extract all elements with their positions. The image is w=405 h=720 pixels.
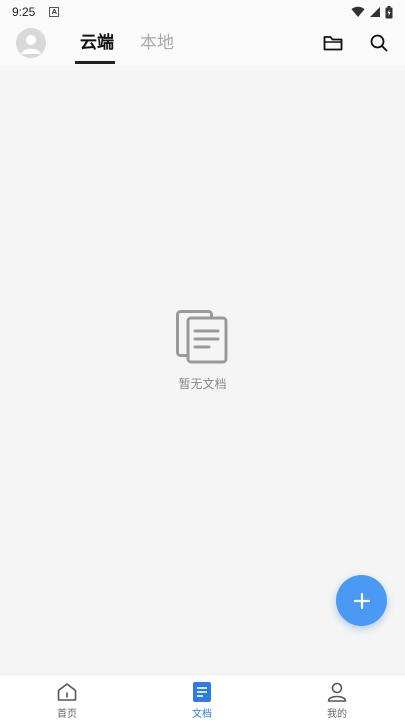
- active-tab-indicator: [75, 61, 115, 64]
- tab-local[interactable]: 本地: [140, 30, 174, 56]
- document-icon: [193, 682, 211, 702]
- signal-icon: [370, 7, 380, 17]
- battery-icon: [385, 5, 393, 18]
- empty-state-text: 暂无文档: [178, 377, 227, 391]
- nav-item-documents[interactable]: 文档: [162, 675, 242, 720]
- avatar[interactable]: [16, 28, 46, 58]
- tab-cloud[interactable]: 云端: [80, 30, 114, 56]
- plus-icon: [353, 592, 370, 609]
- nav-item-mine[interactable]: 我的: [297, 675, 377, 720]
- folder-icon: [323, 36, 343, 51]
- nav-label-mine: 我的: [327, 709, 347, 720]
- home-icon: [57, 683, 77, 701]
- status-icons: [351, 5, 393, 19]
- nav-label-home: 首页: [57, 709, 77, 720]
- nav-label-documents: 文档: [192, 709, 212, 720]
- status-time: 9:25: [12, 5, 36, 19]
- wifi-icon: [351, 6, 365, 18]
- person-icon: [327, 682, 347, 702]
- avatar-person-icon: [16, 28, 46, 58]
- folder-button[interactable]: [322, 32, 344, 54]
- top-bar: 云端 本地: [0, 24, 405, 66]
- status-bar: 9:25 A: [0, 0, 405, 24]
- search-icon: [370, 34, 388, 52]
- notification-badge: A: [49, 7, 60, 17]
- nav-item-home[interactable]: 首页: [27, 675, 107, 720]
- search-button[interactable]: [368, 32, 390, 54]
- add-document-button[interactable]: [336, 575, 387, 626]
- empty-documents-icon: [176, 310, 228, 364]
- bottom-nav: 首页 文档 我的: [0, 674, 405, 720]
